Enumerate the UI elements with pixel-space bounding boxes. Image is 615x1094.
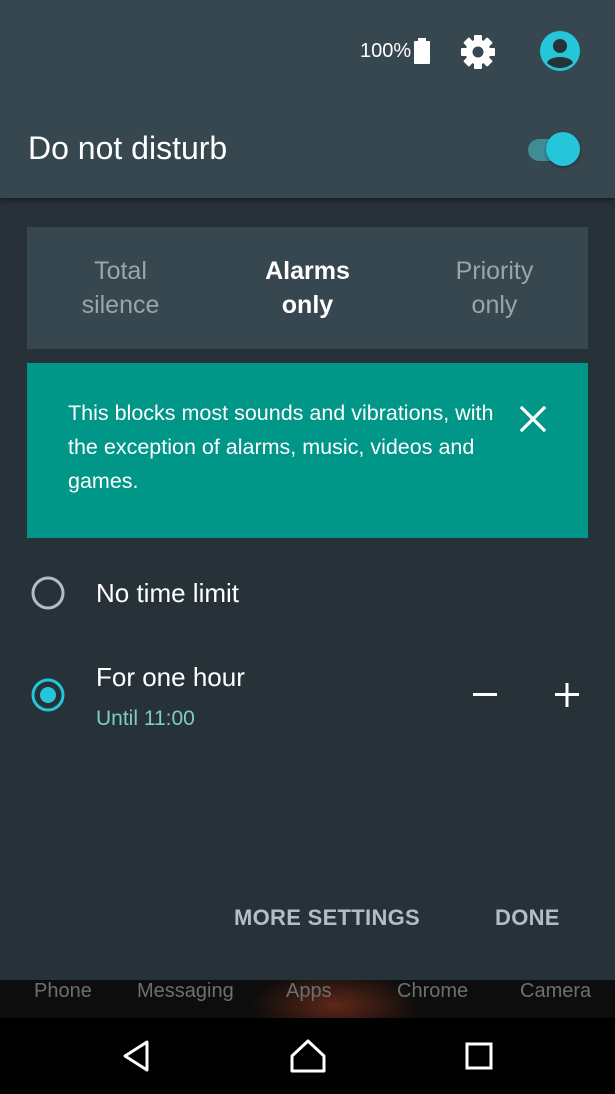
- back-icon[interactable]: [117, 1036, 157, 1076]
- plus-icon[interactable]: [547, 675, 587, 715]
- radio-unselected-icon[interactable]: [31, 576, 65, 610]
- dock-item-apps[interactable]: Apps: [286, 980, 332, 1003]
- mode-priority-only[interactable]: Priority only: [401, 227, 588, 349]
- navigation-bar: [0, 1018, 615, 1094]
- option-no-time-limit[interactable]: No time limit: [0, 560, 615, 626]
- minus-icon[interactable]: [465, 675, 505, 715]
- gear-icon[interactable]: [460, 34, 496, 70]
- wallpaper-decoration: [250, 980, 420, 1018]
- option-for-one-hour[interactable]: For one hour Until 11:00: [0, 650, 615, 745]
- battery-percent: 100%: [360, 40, 412, 62]
- home-icon[interactable]: [288, 1036, 328, 1076]
- quick-settings-header: 100% Do not disturb: [0, 0, 615, 198]
- mode-total-silence[interactable]: Total silence: [27, 227, 214, 349]
- account-avatar-icon[interactable]: [540, 31, 580, 71]
- mode-segmented-control: Total silence Alarms only Priority only: [27, 227, 588, 349]
- option-label: No time limit: [96, 578, 240, 608]
- battery-icon: [414, 38, 430, 64]
- mode-alarms-only[interactable]: Alarms only: [214, 227, 401, 349]
- info-text: This blocks most sounds and vibrations, …: [68, 401, 494, 493]
- radio-selected-icon[interactable]: [31, 678, 65, 712]
- close-icon[interactable]: [517, 403, 549, 435]
- info-card: This blocks most sounds and vibrations, …: [27, 363, 588, 538]
- done-button[interactable]: DONE: [495, 905, 560, 931]
- toggle-thumb: [546, 132, 580, 166]
- dnd-toggle[interactable]: [526, 130, 584, 168]
- dock-item-chrome[interactable]: Chrome: [397, 980, 468, 1003]
- dock-item-phone[interactable]: Phone: [34, 980, 92, 1003]
- dock-item-camera[interactable]: Camera: [520, 980, 591, 1003]
- page-title: Do not disturb: [28, 130, 228, 166]
- more-settings-button[interactable]: MORE SETTINGS: [234, 905, 420, 931]
- option-sublabel: Until 11:00: [96, 707, 195, 730]
- dock-item-messaging[interactable]: Messaging: [137, 980, 234, 1003]
- recents-icon[interactable]: [459, 1036, 499, 1076]
- home-dock: Phone Messaging Apps Chrome Camera: [0, 980, 615, 1018]
- option-label: For one hour: [96, 662, 245, 692]
